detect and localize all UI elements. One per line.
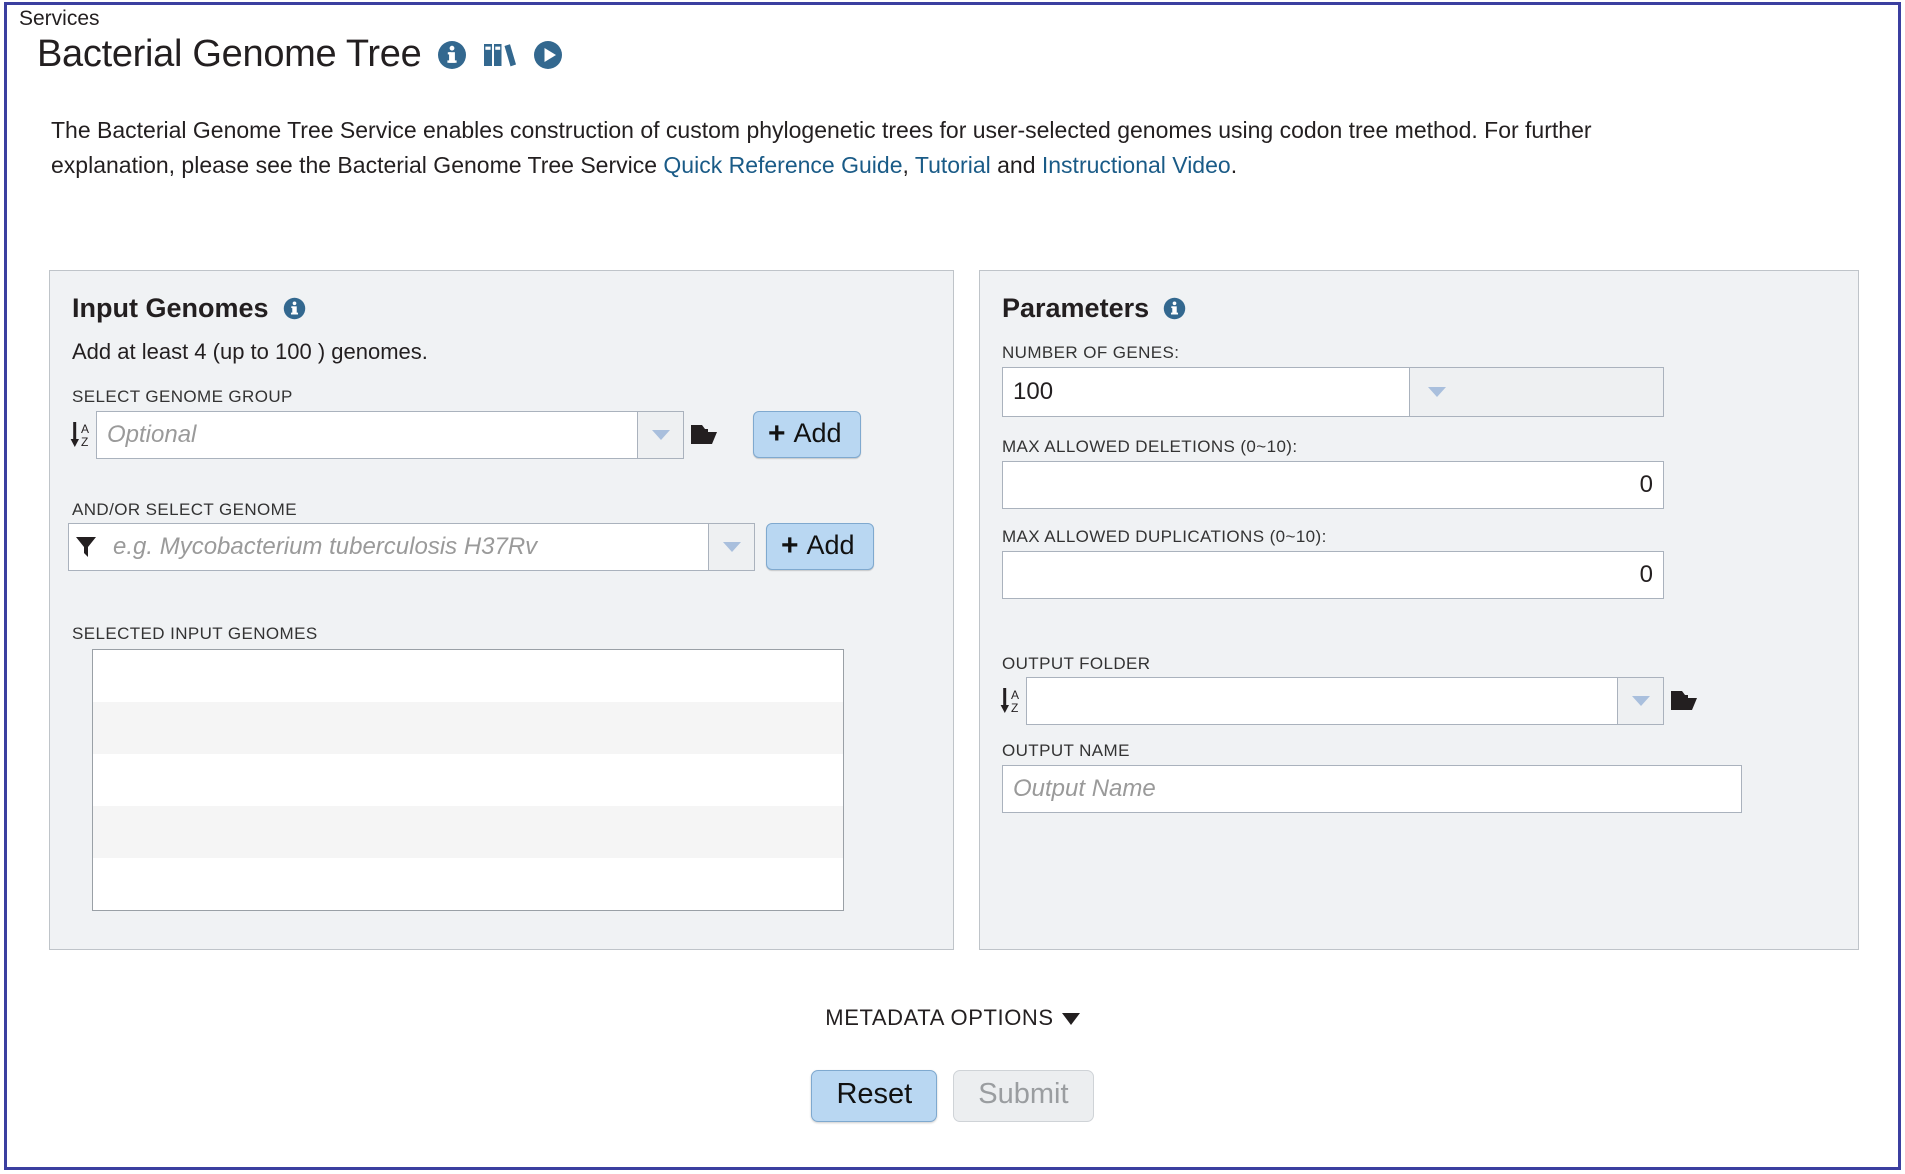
sort-az-icon[interactable]: A Z: [998, 677, 1026, 725]
genome-combo[interactable]: [68, 523, 755, 571]
max-deletions-input[interactable]: [1002, 461, 1664, 509]
instructional-video-link[interactable]: Instructional Video: [1042, 152, 1231, 178]
output-folder-row: A Z: [998, 677, 1708, 725]
plus-icon: +: [781, 534, 799, 558]
metadata-options-label: METADATA OPTIONS: [825, 1005, 1053, 1030]
info-icon[interactable]: [1163, 297, 1186, 320]
genome-group-row: A Z: [68, 411, 728, 459]
add-genome-label: Add: [807, 530, 855, 561]
selected-input-genomes-list[interactable]: [92, 649, 844, 911]
list-item[interactable]: [93, 702, 843, 754]
parameters-heading: Parameters: [1002, 293, 1186, 324]
max-deletions-label: MAX ALLOWED DELETIONS (0~10):: [1002, 437, 1298, 457]
output-folder-label: OUTPUT FOLDER: [1002, 654, 1150, 674]
play-video-icon[interactable]: [533, 40, 563, 70]
add-genome-group-button[interactable]: + Add: [753, 411, 861, 458]
chevron-down-icon[interactable]: [1409, 368, 1663, 416]
list-item[interactable]: [93, 650, 843, 702]
output-name-label: OUTPUT NAME: [1002, 741, 1130, 761]
chevron-down-icon: [1062, 1013, 1080, 1025]
input-genomes-panel: Input Genomes Add at least 4 (up to 100 …: [49, 270, 954, 950]
input-genomes-heading: Input Genomes: [72, 293, 306, 324]
genome-count-note: Add at least 4 (up to 100 ) genomes.: [72, 339, 428, 365]
number-of-genes-combo[interactable]: [1002, 367, 1664, 417]
max-duplications-label: MAX ALLOWED DUPLICATIONS (0~10):: [1002, 527, 1327, 547]
form-actions: Reset Submit: [7, 1070, 1898, 1122]
genome-group-input[interactable]: [97, 412, 637, 458]
info-icon[interactable]: [283, 297, 306, 320]
books-icon[interactable]: [483, 40, 517, 70]
page-header: Bacterial Genome Tree: [37, 33, 563, 76]
info-icon[interactable]: [437, 40, 467, 70]
folder-open-icon[interactable]: [1664, 677, 1708, 725]
submit-button: Submit: [953, 1070, 1093, 1122]
parameters-heading-text: Parameters: [1002, 293, 1149, 324]
genome-group-combo[interactable]: [96, 411, 684, 459]
breadcrumb[interactable]: Services: [19, 7, 100, 30]
chevron-down-icon[interactable]: [708, 524, 754, 570]
page-title: Bacterial Genome Tree: [37, 33, 421, 76]
number-of-genes-label: NUMBER OF GENES:: [1002, 343, 1179, 363]
input-genomes-heading-text: Input Genomes: [72, 293, 269, 324]
parameters-panel: Parameters NUMBER OF GENES: MAX ALLOWED …: [979, 270, 1859, 950]
svg-text:A: A: [1011, 688, 1019, 702]
output-name-input[interactable]: [1002, 765, 1742, 813]
output-folder-input[interactable]: [1027, 678, 1617, 724]
svg-text:Z: Z: [1011, 701, 1018, 715]
tutorial-link[interactable]: Tutorial: [915, 152, 991, 178]
select-genome-group-label: SELECT GENOME GROUP: [72, 387, 293, 407]
list-item[interactable]: [93, 754, 843, 806]
list-item[interactable]: [93, 806, 843, 858]
max-duplications-input[interactable]: [1002, 551, 1664, 599]
svg-text:Z: Z: [81, 435, 88, 449]
description-sep-2: and: [991, 152, 1042, 178]
folder-open-icon[interactable]: [684, 411, 728, 459]
genome-input[interactable]: [103, 524, 708, 570]
add-genome-button[interactable]: + Add: [766, 523, 874, 570]
sort-az-icon[interactable]: A Z: [68, 411, 96, 459]
select-genome-label: AND/OR SELECT GENOME: [72, 500, 297, 520]
metadata-options-toggle[interactable]: METADATA OPTIONS: [7, 1005, 1898, 1031]
number-of-genes-input[interactable]: [1003, 368, 1409, 416]
reset-button[interactable]: Reset: [811, 1070, 937, 1122]
output-folder-combo[interactable]: [1026, 677, 1664, 725]
application-frame: Services Bacterial Genome Tree: [4, 2, 1901, 1170]
description-end: .: [1231, 152, 1237, 178]
chevron-down-icon[interactable]: [637, 412, 683, 458]
description-sep-1: ,: [903, 152, 915, 178]
quick-reference-guide-link[interactable]: Quick Reference Guide: [663, 152, 902, 178]
selected-input-genomes-label: SELECTED INPUT GENOMES: [72, 624, 318, 644]
svg-text:A: A: [81, 422, 89, 436]
plus-icon: +: [768, 422, 786, 446]
add-genome-group-label: Add: [794, 418, 842, 449]
list-item[interactable]: [93, 858, 843, 910]
genome-row: [68, 523, 755, 571]
chevron-down-icon[interactable]: [1617, 678, 1663, 724]
service-description: The Bacterial Genome Tree Service enable…: [51, 113, 1691, 183]
filter-icon[interactable]: [69, 524, 103, 570]
